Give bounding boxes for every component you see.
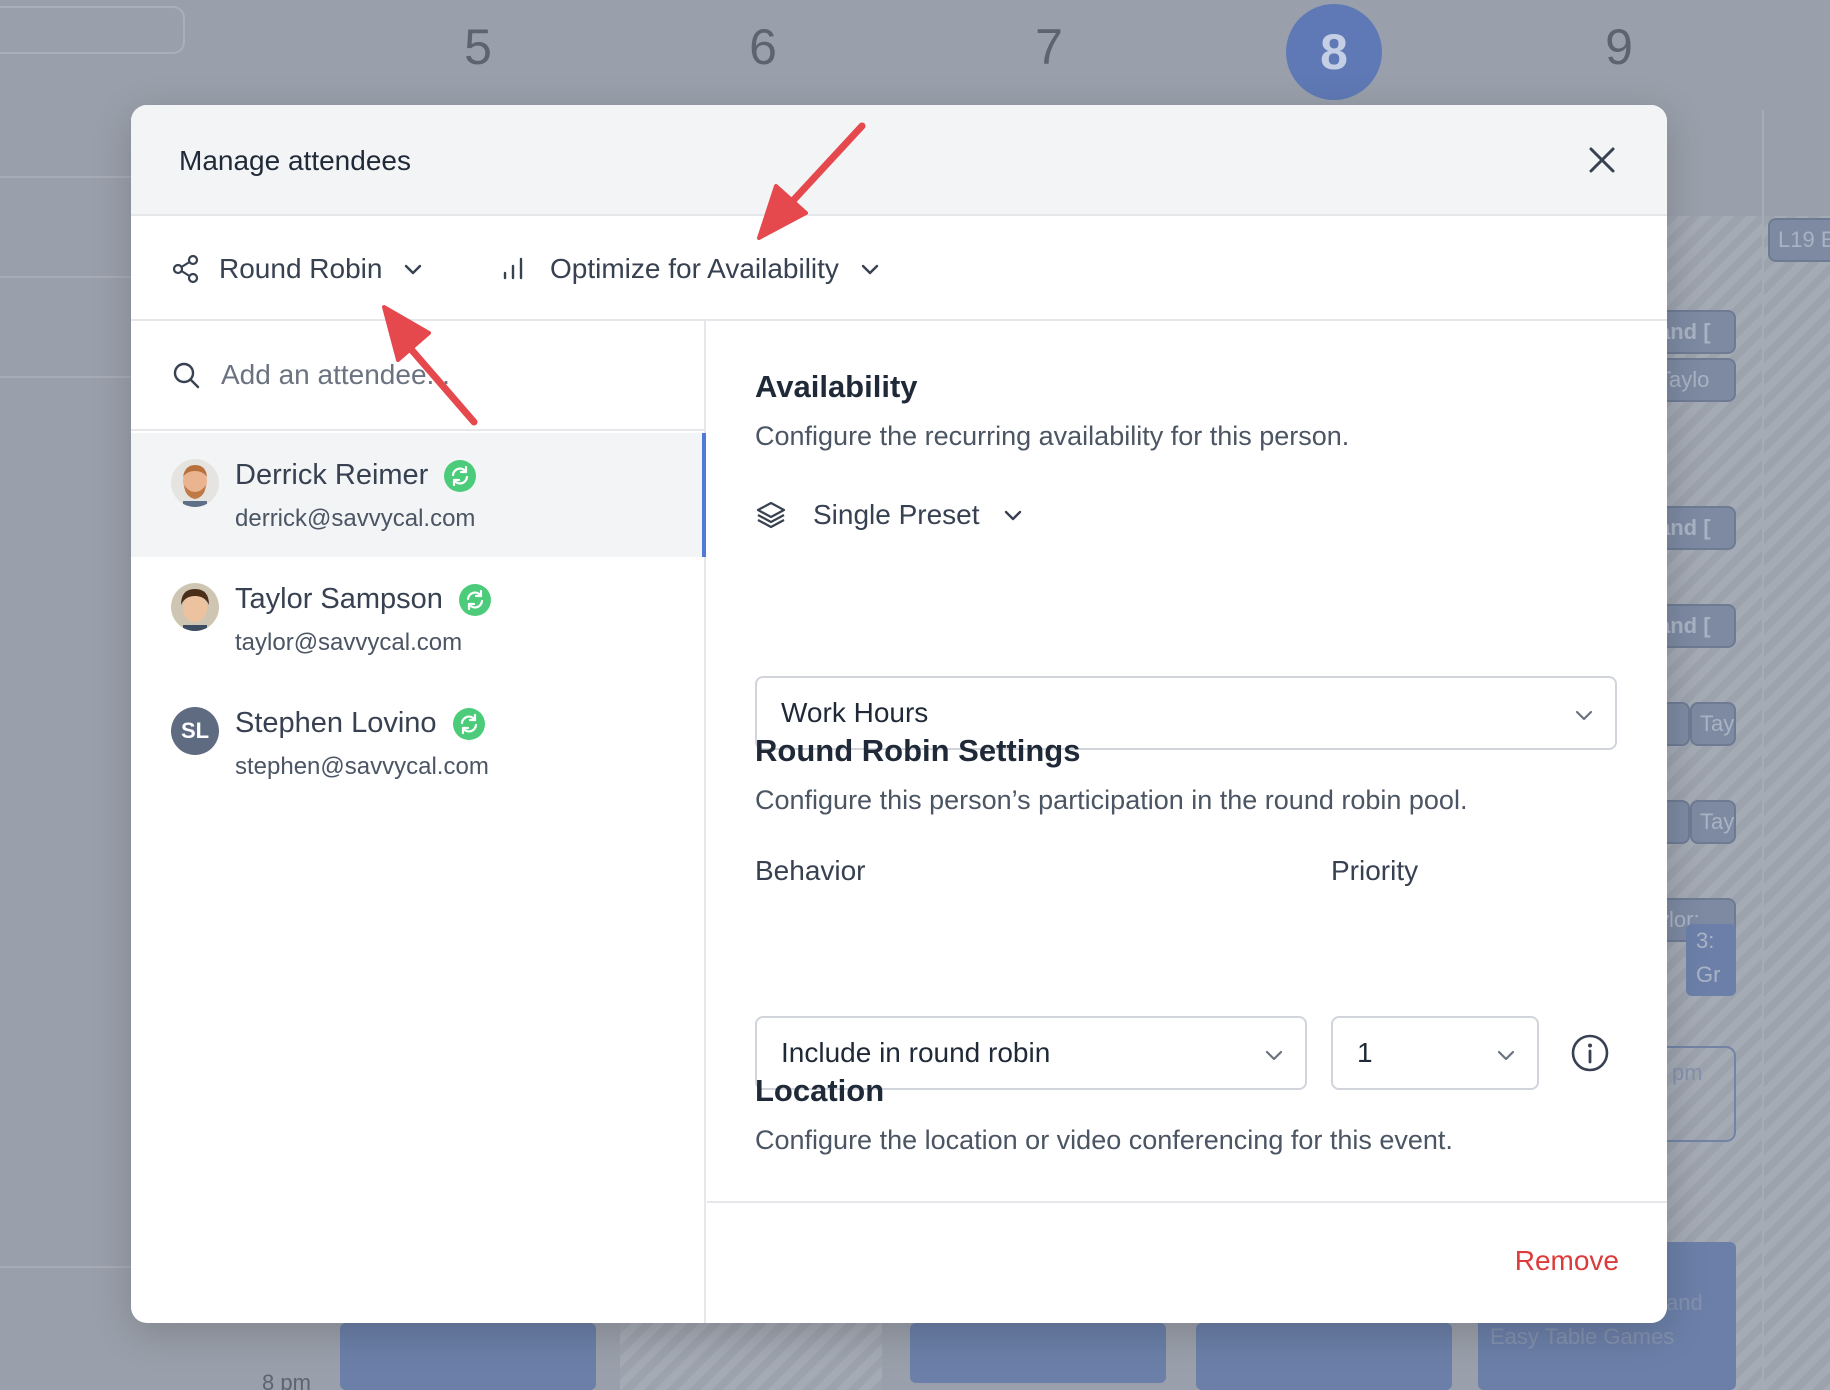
close-button[interactable]: [1585, 143, 1619, 177]
selected-value: 1: [1357, 1037, 1373, 1068]
attendee-email: derrick@savvycal.com: [235, 505, 476, 532]
attendee-row[interactable]: SL Stephen Lovino stephen@savvycal.com: [131, 681, 704, 805]
attendee-name: Taylor Sampson: [235, 583, 443, 615]
sync-icon: [444, 459, 477, 492]
unavailable-hatch: [620, 1323, 882, 1390]
grid-line: [0, 276, 131, 278]
priority-select[interactable]: 1: [1331, 1016, 1539, 1090]
calendar-event-text: and: [1666, 1290, 1703, 1315]
share-icon: [172, 254, 199, 283]
chevron-down-icon: [405, 264, 422, 274]
attendee-name: Derrick Reimer: [235, 459, 429, 491]
attendee-row[interactable]: Derrick Reimer derrick@savvycal.com: [131, 433, 706, 557]
today-day-number[interactable]: 8: [1286, 4, 1382, 100]
bar-chart-icon: [503, 257, 523, 279]
chevron-down-icon: [861, 264, 879, 274]
calendar-event-text: Gr: [1696, 962, 1721, 987]
chevron-down-icon: [1265, 1050, 1283, 1061]
modal-title: Manage attendees: [179, 145, 411, 176]
day-number[interactable]: 5: [428, 18, 528, 76]
calendar-event-text: 3:: [1696, 928, 1715, 953]
add-attendee-input[interactable]: [221, 359, 621, 391]
search-icon: [173, 362, 200, 389]
remove-attendee-button[interactable]: Remove: [1515, 1245, 1619, 1277]
avatar-photo: [171, 459, 219, 507]
assignment-mode-label: Round Robin: [219, 252, 383, 284]
round-robin-settings-title: Round Robin Settings: [755, 733, 1081, 768]
availability-title: Availability: [755, 369, 918, 404]
sync-icon: [452, 707, 485, 740]
preset-mode-label: Single Preset: [813, 499, 980, 530]
calendar-event[interactable]: Tay: [1690, 702, 1736, 746]
avatar: [171, 583, 219, 631]
avatar: [171, 459, 219, 507]
time-label: 8 pm: [262, 1370, 311, 1390]
attendee-settings-pane: Availability Configure the recurring ava…: [707, 321, 1667, 1323]
layers-icon: [756, 501, 786, 529]
info-icon: [1571, 1034, 1609, 1072]
attendee-name: Stephen Lovino: [235, 707, 437, 739]
modal-footer: Remove: [707, 1201, 1667, 1323]
day-number[interactable]: 9: [1569, 18, 1669, 76]
priority-info-button[interactable]: [1570, 1033, 1610, 1073]
grid-line: [0, 1266, 131, 1268]
day-number[interactable]: 7: [999, 18, 1099, 76]
calendar-event[interactable]: L19 E: [1768, 218, 1830, 262]
attendee-name-row: Derrick Reimer: [235, 459, 477, 492]
grid-line: [0, 376, 131, 378]
manage-attendees-modal: Manage attendees Round Robin Optimize fo…: [131, 105, 1667, 1323]
calendar-event[interactable]: [910, 1323, 1166, 1383]
grid-line: [0, 176, 131, 178]
preset-mode-dropdown[interactable]: Single Preset: [755, 499, 1024, 531]
chevron-down-icon: [1497, 1050, 1515, 1061]
modal-header: Manage attendees: [131, 105, 1667, 216]
attendee-name-row: Taylor Sampson: [235, 583, 491, 616]
location-title: Location: [755, 1073, 885, 1108]
chevron-down-icon: [1575, 710, 1593, 721]
attendee-row[interactable]: Taylor Sampson taylor@savvycal.com: [131, 557, 704, 681]
attendee-email: taylor@savvycal.com: [235, 629, 463, 656]
calendar-event[interactable]: [340, 1323, 596, 1390]
location-description: Configure the location or video conferen…: [755, 1125, 1453, 1155]
attendee-email: stephen@savvycal.com: [235, 753, 489, 780]
attendee-list-pane: Derrick Reimer derrick@savvycal.com: [131, 321, 706, 1323]
calendar-search-field: [0, 6, 185, 54]
attendee-search: [131, 321, 704, 431]
avatar-initials: SL: [171, 707, 219, 755]
calendar-event[interactable]: Tay: [1690, 800, 1736, 844]
calendar-event-text: Easy Table Games: [1490, 1324, 1675, 1349]
attendee-toolbar: Round Robin Optimize for Availability: [131, 216, 1667, 321]
calendar-event-text: pm: [1672, 1060, 1703, 1085]
attendee-name-row: Stephen Lovino: [235, 707, 485, 740]
assignment-mode-dropdown[interactable]: Round Robin: [171, 216, 424, 321]
optimization-label: Optimize for Availability: [550, 252, 839, 284]
availability-description: Configure the recurring availability for…: [755, 421, 1350, 451]
round-robin-settings-description: Configure this person’s participation in…: [755, 785, 1468, 815]
avatar-photo: [171, 583, 219, 631]
close-icon: [1589, 147, 1615, 173]
optimization-dropdown[interactable]: Optimize for Availability: [500, 216, 881, 321]
calendar-event[interactable]: [1196, 1323, 1452, 1390]
calendar-event[interactable]: 3: Gr: [1686, 924, 1736, 996]
chevron-down-icon: [1004, 510, 1021, 521]
priority-label: Priority: [1331, 855, 1419, 886]
behavior-label: Behavior: [755, 855, 866, 886]
unavailable-hatch: [1764, 216, 1830, 1390]
day-number[interactable]: 6: [713, 18, 813, 76]
sync-icon: [458, 583, 491, 616]
